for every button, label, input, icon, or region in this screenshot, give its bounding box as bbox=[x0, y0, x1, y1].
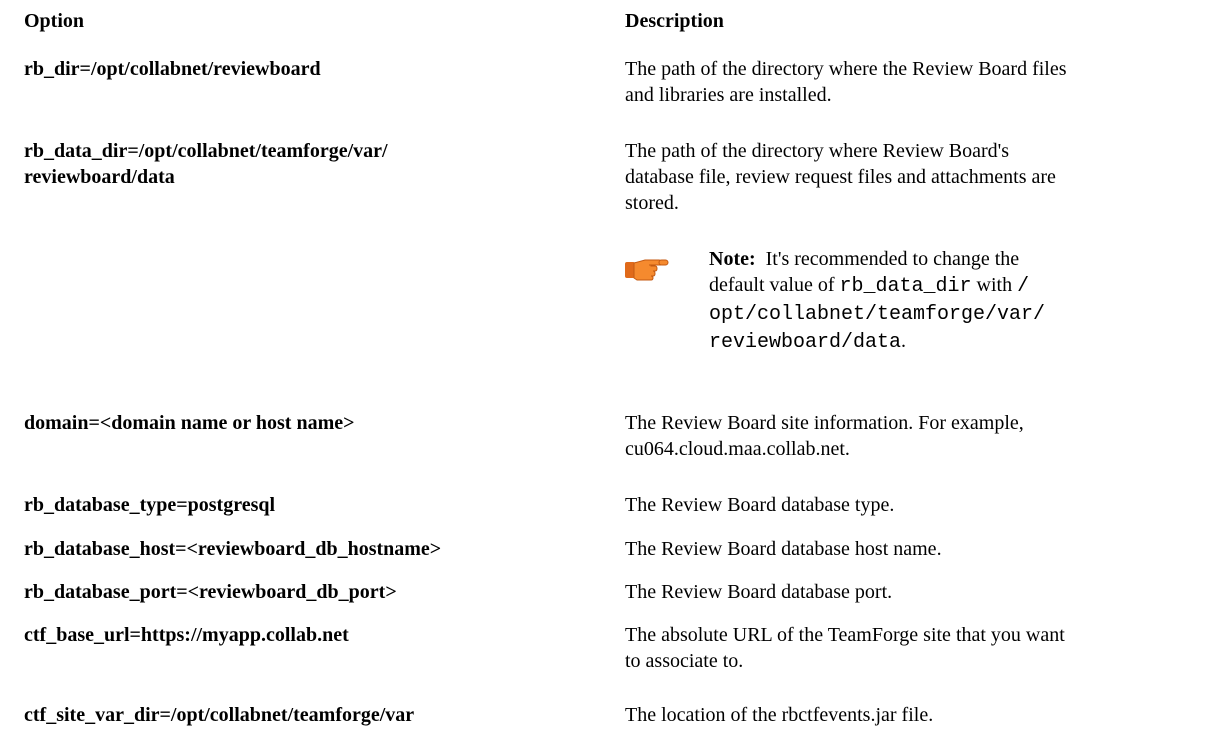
description-column-header: Description bbox=[625, 10, 724, 32]
description-line: stored. bbox=[625, 192, 679, 214]
note-text-part: with bbox=[976, 274, 1013, 296]
pointing-hand-icon bbox=[625, 254, 669, 284]
description-line: The absolute URL of the TeamForge site t… bbox=[625, 624, 1065, 646]
option-cell: rb_database_type=postgresql bbox=[24, 494, 276, 516]
note-code: opt/collabnet/teamforge/var/ bbox=[709, 303, 1046, 326]
option-cell: rb_database_host=<reviewboard_db_hostnam… bbox=[24, 538, 442, 560]
option-cell: domain=<domain name or host name> bbox=[24, 412, 355, 434]
description-line: to associate to. bbox=[625, 650, 744, 672]
description-cell: The path of the directory where Review B… bbox=[625, 138, 1205, 216]
note-text-part: . bbox=[901, 330, 907, 352]
option-line: rb_data_dir=/opt/collabnet/teamforge/var… bbox=[24, 140, 388, 162]
description-cell: The Review Board database type. bbox=[625, 492, 1205, 518]
note-block: Note: It's recommended to change the def… bbox=[625, 246, 1205, 386]
option-cell: rb_data_dir=/opt/collabnet/teamforge/var… bbox=[24, 138, 584, 190]
description-line: database file, review request files and … bbox=[625, 166, 1056, 188]
description-line: The path of the directory where the Revi… bbox=[625, 58, 1067, 80]
note-label: Note: bbox=[709, 248, 756, 270]
description-cell: The path of the directory where the Revi… bbox=[625, 56, 1205, 108]
table-header: Option Description bbox=[24, 0, 1224, 41]
note-text-part: default value of bbox=[709, 274, 835, 296]
note-code: rb_data_dir bbox=[839, 275, 972, 298]
description-cell: The Review Board database host name. bbox=[625, 536, 1205, 562]
description-cell: The absolute URL of the TeamForge site t… bbox=[625, 622, 1205, 674]
description-line: and libraries are installed. bbox=[625, 84, 832, 106]
description-line: The path of the directory where Review B… bbox=[625, 140, 1010, 162]
option-cell: ctf_site_var_dir=/opt/collabnet/teamforg… bbox=[24, 704, 415, 726]
options-table: Option Description rb_dir=/opt/collabnet… bbox=[24, 0, 1224, 726]
note-code: / bbox=[1017, 275, 1030, 298]
option-cell: rb_database_port=<reviewboard_db_port> bbox=[24, 581, 397, 603]
option-line: reviewboard/data bbox=[24, 166, 175, 188]
description-cell: The Review Board site information. For e… bbox=[625, 410, 1205, 462]
description-line: The Review Board database port. bbox=[625, 581, 893, 603]
description-line: The Review Board database host name. bbox=[625, 538, 942, 560]
description-line: The Review Board database type. bbox=[625, 494, 895, 516]
description-line: The location of the rbctfevents.jar file… bbox=[625, 704, 934, 726]
note-text: Note: It's recommended to change the def… bbox=[709, 246, 1169, 356]
description-line: cu064.cloud.maa.collab.net. bbox=[625, 438, 850, 460]
option-cell: rb_dir=/opt/collabnet/reviewboard bbox=[24, 58, 321, 80]
option-column-header: Option bbox=[24, 10, 85, 32]
option-cell: ctf_base_url=https://myapp.collab.net bbox=[24, 624, 349, 646]
note-text-part: It's recommended to change the bbox=[765, 248, 1020, 270]
note-code: reviewboard/data bbox=[709, 331, 902, 354]
description-cell: The location of the rbctfevents.jar file… bbox=[625, 702, 1205, 728]
description-cell: The Review Board database port. bbox=[625, 579, 1205, 605]
description-line: The Review Board site information. For e… bbox=[625, 412, 1024, 434]
